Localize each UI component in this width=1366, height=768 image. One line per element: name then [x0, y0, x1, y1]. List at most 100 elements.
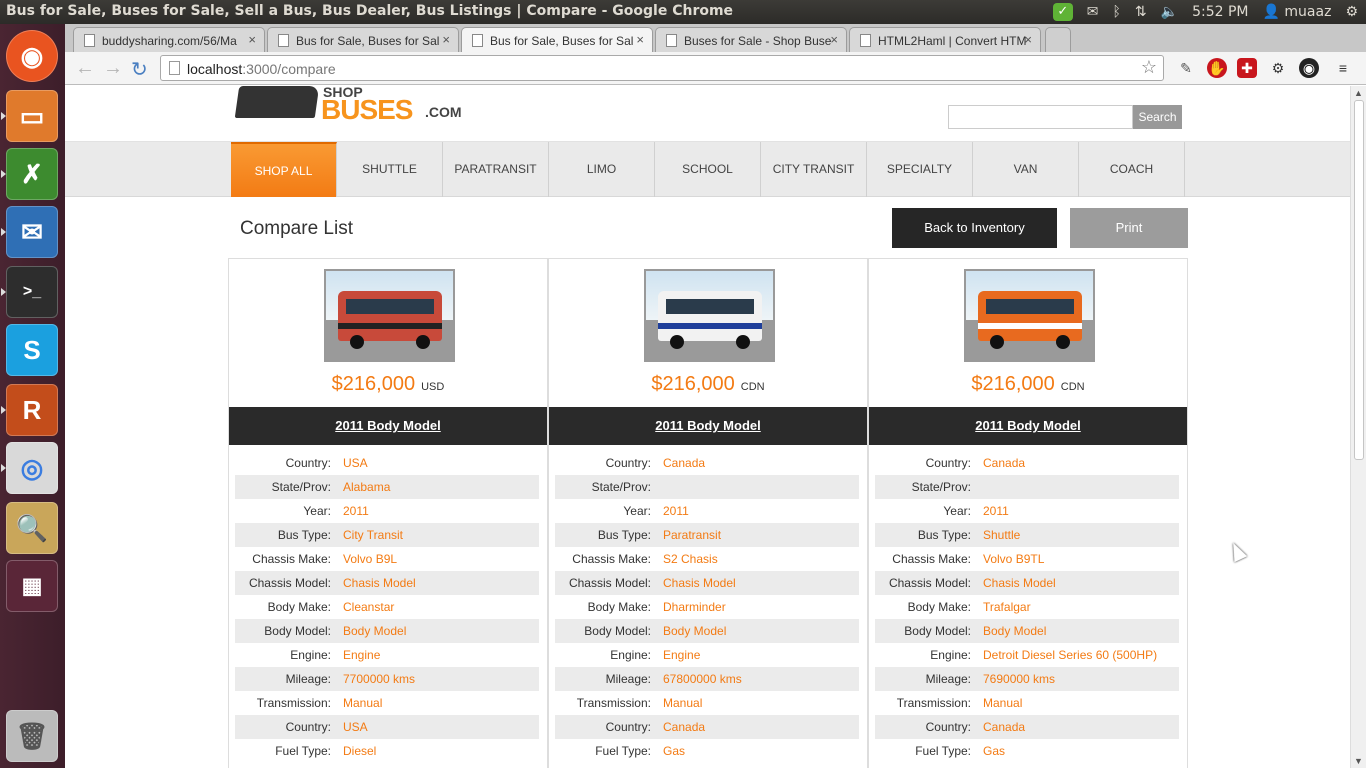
address-bar[interactable]: localhost:3000/compare ☆	[160, 55, 1164, 81]
thunderbird-icon[interactable]: ✉	[1, 206, 58, 258]
chrome-menu-icon[interactable]: ≡	[1333, 58, 1353, 78]
chrome-icon[interactable]: ◎	[1, 442, 58, 494]
spec-value[interactable]: Gas	[659, 744, 685, 758]
spec-value[interactable]: S2 Chasis	[659, 552, 718, 566]
spec-value[interactable]: Canada	[659, 720, 705, 734]
update-ok-icon[interactable]: ✓	[1052, 3, 1073, 21]
eyedropper-extension-icon[interactable]: ✎	[1176, 58, 1196, 78]
spec-value[interactable]: Trafalgar	[979, 600, 1031, 614]
nav-paratransit[interactable]: PARATRANSIT	[443, 142, 549, 197]
nav-city-transit[interactable]: CITY TRANSIT	[761, 142, 867, 197]
spec-value[interactable]: Chasis Model	[979, 576, 1056, 590]
model-link[interactable]: 2011 Body Model	[869, 407, 1187, 445]
nav-shop-all[interactable]: SHOP ALL	[231, 142, 337, 197]
spec-value[interactable]: USA	[339, 720, 368, 734]
search-button[interactable]: Search	[1133, 105, 1182, 129]
spec-value[interactable]: Chasis Model	[659, 576, 736, 590]
tab-3-active[interactable]: Bus for Sale, Buses for Sal ×	[461, 27, 653, 52]
nav-coach[interactable]: COACH	[1079, 142, 1185, 197]
image-viewer-icon[interactable]: 🔍	[6, 502, 58, 554]
spec-value[interactable]: Cleanstar	[339, 600, 394, 614]
spec-value[interactable]: Body Model	[339, 624, 406, 638]
adblock-icon[interactable]: ✋	[1207, 58, 1227, 78]
bus-photo[interactable]	[324, 269, 455, 362]
spec-value[interactable]: Dharminder	[659, 600, 726, 614]
model-link[interactable]: 2011 Body Model	[229, 407, 547, 445]
close-icon[interactable]: ×	[442, 32, 450, 47]
volume-icon[interactable]: 🔈	[1161, 4, 1178, 20]
nav-limo[interactable]: LIMO	[549, 142, 655, 197]
tab-4[interactable]: Buses for Sale - Shop Buse ×	[655, 27, 847, 52]
clock[interactable]: 5:52 PM	[1192, 4, 1248, 20]
workspaces-icon[interactable]: ▦	[6, 560, 58, 612]
new-tab-button[interactable]	[1045, 27, 1071, 52]
spec-value[interactable]: Shuttle	[979, 528, 1020, 542]
user-menu[interactable]: 👤 muaaz	[1263, 4, 1332, 20]
rubymine-icon[interactable]: R	[1, 384, 58, 436]
spec-value[interactable]: Chasis Model	[339, 576, 416, 590]
network-icon[interactable]: ⇅	[1135, 4, 1147, 20]
spec-value[interactable]: USA	[339, 456, 368, 470]
nav-shuttle[interactable]: SHUTTLE	[337, 142, 443, 197]
spec-value[interactable]: Body Model	[659, 624, 726, 638]
vertical-scrollbar[interactable]: ▲ ▼	[1350, 86, 1366, 768]
mail-icon[interactable]: ✉	[1087, 4, 1099, 20]
dash-home-icon[interactable]: ◉	[6, 30, 58, 82]
tools-extension-icon[interactable]: ✚	[1237, 58, 1257, 78]
tab-5[interactable]: HTML2Haml | Convert HTM ×	[849, 27, 1041, 52]
close-icon[interactable]: ×	[248, 32, 256, 47]
spec-value[interactable]: Engine	[339, 648, 380, 662]
bus-photo[interactable]	[964, 269, 1095, 362]
close-icon[interactable]: ×	[1024, 32, 1032, 47]
close-icon[interactable]: ×	[636, 32, 644, 47]
nav-specialty[interactable]: SPECIALTY	[867, 142, 973, 197]
bookmark-star-icon[interactable]: ☆	[1141, 57, 1157, 78]
tab-2[interactable]: Bus for Sale, Buses for Sal ×	[267, 27, 459, 52]
spec-value[interactable]: Canada	[979, 456, 1025, 470]
print-button[interactable]: Print	[1070, 208, 1188, 248]
reload-icon[interactable]: ↻	[131, 57, 148, 82]
bluetooth-icon[interactable]: ᛒ	[1113, 4, 1121, 20]
spec-value[interactable]: Engine	[659, 648, 700, 662]
spec-value[interactable]: 7690000 kms	[979, 672, 1055, 686]
spec-value[interactable]: Gas	[979, 744, 1005, 758]
spec-value[interactable]: City Transit	[339, 528, 403, 542]
close-icon[interactable]: ×	[830, 32, 838, 47]
spec-value[interactable]: Volvo B9TL	[979, 552, 1044, 566]
spec-value[interactable]: Volvo B9L	[339, 552, 397, 566]
trash-icon[interactable]: 🗑	[6, 710, 58, 762]
search-input[interactable]	[948, 105, 1133, 129]
spec-value[interactable]: Body Model	[979, 624, 1046, 638]
spec-value[interactable]: Manual	[659, 696, 702, 710]
color-picker-icon[interactable]: ◉	[1299, 58, 1319, 78]
nav-school[interactable]: SCHOOL	[655, 142, 761, 197]
files-icon[interactable]: ▭	[1, 90, 58, 142]
spec-value[interactable]: 2011	[979, 504, 1009, 518]
back-to-inventory-button[interactable]: Back to Inventory	[892, 208, 1057, 248]
tab-1[interactable]: buddysharing.com/56/Ma ×	[73, 27, 265, 52]
nav-van[interactable]: VAN	[973, 142, 1079, 197]
spec-value[interactable]: 2011	[659, 504, 689, 518]
spec-value[interactable]: 7700000 kms	[339, 672, 415, 686]
spec-value[interactable]: Canada	[659, 456, 705, 470]
spec-value[interactable]: Diesel	[339, 744, 376, 758]
scrollbar-thumb[interactable]	[1354, 100, 1364, 460]
session-gear-icon[interactable]: ⚙	[1345, 4, 1358, 20]
spec-value[interactable]: 67800000 kms	[659, 672, 742, 686]
spreadsheet-app-icon[interactable]: ✗	[1, 148, 58, 200]
model-link[interactable]: 2011 Body Model	[549, 407, 867, 445]
spec-value[interactable]: Alabama	[339, 480, 390, 494]
spec-value[interactable]: Detroit Diesel Series 60 (500HP)	[979, 648, 1157, 662]
spec-value[interactable]: 2011	[339, 504, 369, 518]
settings-gear-icon[interactable]: ⚙	[1268, 58, 1288, 78]
skype-icon[interactable]: S	[6, 324, 58, 376]
back-arrow-icon[interactable]: ←	[75, 57, 95, 80]
scroll-down-icon[interactable]: ▼	[1354, 756, 1363, 766]
shopbuses-logo[interactable]: SHOP BUSES .COM	[233, 86, 463, 126]
spec-value[interactable]: Manual	[339, 696, 382, 710]
bus-photo[interactable]	[644, 269, 775, 362]
spec-value[interactable]: Manual	[979, 696, 1022, 710]
scroll-up-icon[interactable]: ▲	[1354, 88, 1363, 98]
spec-value[interactable]: Paratransit	[659, 528, 721, 542]
forward-arrow-icon[interactable]: →	[103, 57, 123, 80]
